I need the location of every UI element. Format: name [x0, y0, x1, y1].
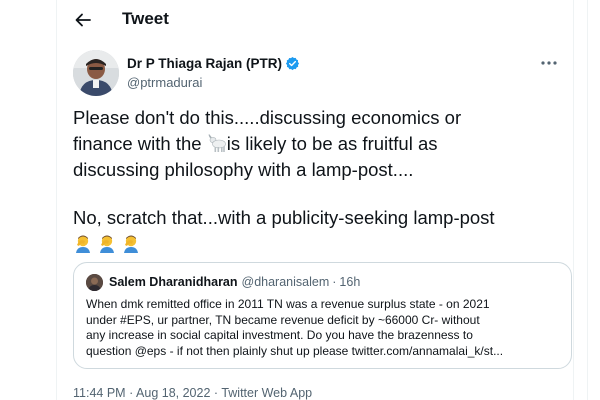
quoted-tweet-time: 16h	[339, 275, 361, 289]
quoted-tweet-text: When dmk remitted office in 2011 TN was …	[86, 297, 559, 359]
quoted-line: question @eps - if not then plainly shut…	[86, 343, 504, 358]
author-row: Dr P Thiaga Rajan (PTR) @ptrmadurai	[73, 50, 563, 98]
tweet-header: Tweet	[57, 0, 575, 40]
tweet-metadata: 11:44 PM · Aug 18, 2022 · Twitter Web Ap…	[73, 386, 312, 400]
man-facepalming-icon	[124, 235, 138, 253]
right-sidebar-panel	[587, 0, 600, 400]
author-handle[interactable]: @ptrmadurai	[127, 75, 202, 90]
more-options-button[interactable]	[537, 54, 561, 72]
tweet-date[interactable]: Aug 18, 2022	[136, 386, 210, 400]
tweet-line: discussing philosophy with a lamp-post..…	[73, 159, 414, 180]
back-button[interactable]	[71, 9, 95, 31]
quoted-tweet[interactable]: Salem Dharanidharan @dharanisalem · 16h …	[73, 262, 572, 369]
tweet-line: Please don't do this.....discussing econ…	[73, 107, 462, 128]
quoted-line: under #EPS, ur partner, TN became revenu…	[86, 312, 480, 327]
author-name[interactable]: Dr P Thiaga Rajan (PTR)	[127, 56, 300, 71]
quoted-author-handle: @dharanisalem	[241, 275, 330, 289]
separator-dot: ·	[332, 275, 337, 289]
tweet-column: Tweet Dr P Thiaga Rajan (PTR) @ptrmadura…	[56, 0, 574, 400]
separator-dot-text: ·	[129, 386, 134, 400]
quoted-line: any increase in social capital investmen…	[86, 328, 473, 342]
quoted-author-name: Salem Dharanidharan	[109, 275, 238, 289]
author-avatar[interactable]	[73, 50, 119, 96]
tweet-line: No, scratch that...with a publicity-seek…	[73, 207, 495, 228]
quoted-author-avatar	[86, 273, 103, 291]
tweet-time[interactable]: 11:44 PM	[73, 386, 126, 400]
separator-dot-text: ·	[213, 386, 219, 400]
tweet-line: finance with the is likely to be as frui…	[73, 131, 565, 157]
man-facepalming-icon	[100, 235, 114, 253]
tweet-text-span: finance with the	[73, 133, 207, 154]
emoji-row	[73, 233, 565, 253]
page-title: Tweet	[122, 9, 169, 28]
tweet-text: Please don't do this.....discussing econ…	[73, 105, 565, 253]
goat-icon	[208, 134, 226, 152]
tweet-text-span: is likely to be as fruitful as	[226, 133, 438, 154]
separator-dot: ·	[129, 386, 136, 400]
man-facepalming-icon	[76, 235, 90, 253]
author-name-text: Dr P Thiaga Rajan (PTR)	[127, 56, 283, 71]
more-horizontal-icon	[541, 61, 557, 65]
tweet-source[interactable]: Twitter Web App	[221, 386, 312, 400]
quoted-line: When dmk remitted office in 2011 TN was …	[86, 297, 490, 311]
verified-badge-icon	[285, 56, 300, 71]
quoted-tweet-header: Salem Dharanidharan @dharanisalem · 16h	[86, 273, 559, 291]
arrow-left-icon	[75, 13, 91, 27]
avatar-photo	[73, 50, 119, 96]
